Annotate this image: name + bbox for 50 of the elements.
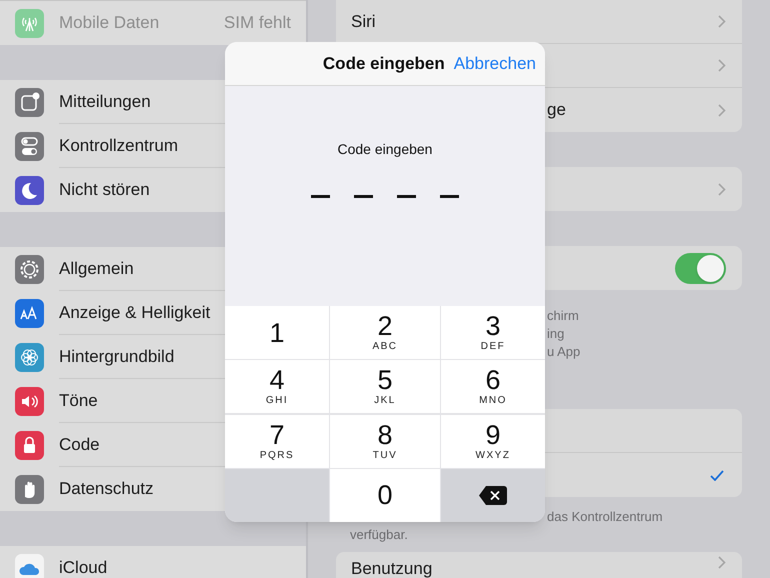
item-value: SIM fehlt bbox=[224, 12, 291, 34]
sidebar-item[interactable]: Nicht stören bbox=[59, 177, 150, 203]
delete-key-icon[interactable] bbox=[479, 486, 507, 505]
keypad-key[interactable]: 8 TUV bbox=[330, 414, 440, 468]
footnote-text: chirm bbox=[547, 307, 579, 325]
sidebar-item[interactable]: Töne bbox=[59, 388, 98, 414]
footnote-text: u App bbox=[547, 343, 580, 361]
sidebar-item[interactable]: Datenschutz bbox=[59, 476, 154, 502]
row-label: ge bbox=[547, 99, 566, 122]
speaker-icon bbox=[15, 386, 44, 416]
keypad-key[interactable]: 7 PQRS bbox=[225, 414, 329, 468]
footnote-text: ing bbox=[547, 325, 564, 343]
notifications-icon bbox=[15, 88, 44, 116]
cancel-button[interactable]: Abbrechen bbox=[454, 50, 536, 76]
prompt-text: Code eingeben bbox=[338, 140, 432, 159]
row-label: Siri bbox=[351, 10, 376, 33]
keypad-key[interactable]: 1 bbox=[225, 306, 329, 359]
sidebar-item[interactable]: Anzeige & Helligkeit bbox=[59, 300, 210, 326]
keypad-key[interactable]: 4 GHI bbox=[225, 360, 329, 414]
gear-icon bbox=[15, 254, 44, 284]
sidebar-item[interactable]: Hintergrundbild bbox=[59, 344, 174, 370]
toggles-icon bbox=[15, 132, 44, 160]
chevron-icon bbox=[718, 556, 726, 569]
footnote-text: das Kontrollzentrum bbox=[547, 508, 663, 526]
text-size-icon bbox=[15, 298, 44, 328]
chevron-icon bbox=[718, 59, 726, 72]
flower-icon bbox=[15, 342, 44, 372]
sidebar-item[interactable]: Allgemein bbox=[59, 256, 134, 282]
antenna-icon bbox=[15, 8, 44, 38]
toggle-switch[interactable] bbox=[675, 252, 726, 284]
cloud-icon bbox=[15, 554, 44, 578]
keypad-key[interactable]: 9 WXYZ bbox=[441, 414, 545, 468]
chevron-icon bbox=[718, 182, 726, 196]
lock-icon bbox=[15, 430, 44, 460]
keypad-key[interactable]: 3 DEF bbox=[441, 306, 545, 359]
sidebar-item[interactable]: Code bbox=[59, 432, 100, 458]
keypad-key[interactable]: 6 MNO bbox=[441, 360, 545, 414]
keypad-key[interactable]: 5 JKL bbox=[330, 360, 440, 414]
row-label: Benutzung bbox=[351, 558, 432, 578]
keypad-key[interactable]: 0 bbox=[330, 468, 440, 522]
sidebar-item[interactable]: Kontrollzentrum bbox=[59, 132, 178, 158]
moon-icon bbox=[15, 176, 44, 204]
footnote-text: verfügbar. bbox=[350, 526, 408, 544]
dialog-title: Code eingeben bbox=[322, 52, 445, 75]
sidebar-item[interactable]: Mitteilungen bbox=[59, 88, 151, 114]
hand-icon bbox=[15, 474, 44, 504]
chevron-icon bbox=[718, 104, 726, 116]
sidebar-item[interactable]: iCloud bbox=[59, 555, 108, 578]
keypad-key[interactable]: 2 ABC bbox=[330, 306, 440, 359]
chevron-icon bbox=[718, 15, 726, 28]
